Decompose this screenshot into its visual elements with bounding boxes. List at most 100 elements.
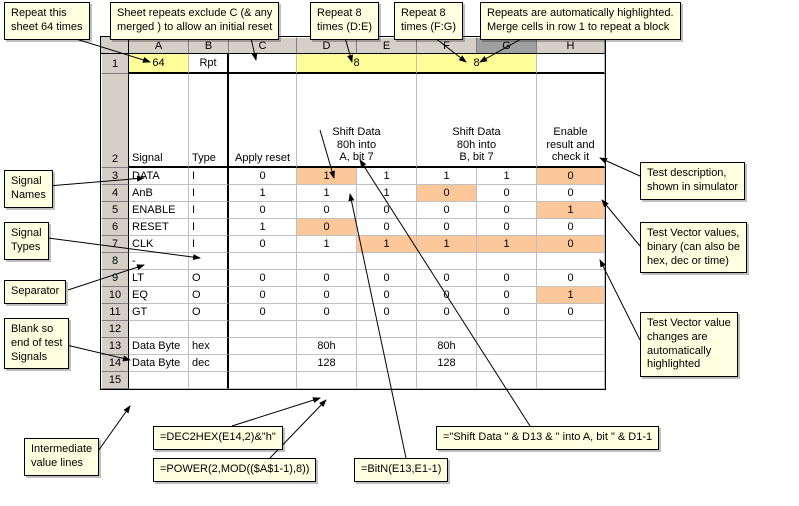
cell-D14[interactable]: 128: [297, 355, 357, 372]
cell-H5[interactable]: 1: [537, 202, 605, 219]
col-header-G[interactable]: G: [477, 37, 537, 54]
row-header-9[interactable]: 9: [101, 270, 129, 287]
row-header-8[interactable]: 8: [101, 253, 129, 270]
cell-C1[interactable]: [229, 54, 297, 74]
row-header-13[interactable]: 13: [101, 338, 129, 355]
cell-A6[interactable]: RESET: [129, 219, 189, 236]
cell-C7[interactable]: 0: [229, 236, 297, 253]
cell-H7[interactable]: 0: [537, 236, 605, 253]
cell-D9[interactable]: 0: [297, 270, 357, 287]
cell-H13[interactable]: [537, 338, 605, 355]
cell-F11[interactable]: 0: [417, 304, 477, 321]
cell-C2[interactable]: Apply reset: [229, 74, 297, 168]
cell-A1[interactable]: 64: [129, 54, 189, 74]
row-header-12[interactable]: 12: [101, 321, 129, 338]
cell-G11[interactable]: 0: [477, 304, 537, 321]
cell-B7[interactable]: I: [189, 236, 229, 253]
cell-D15[interactable]: [297, 372, 357, 389]
cell-B8[interactable]: [189, 253, 229, 270]
cell-B15[interactable]: [189, 372, 229, 389]
cell-A10[interactable]: EQ: [129, 287, 189, 304]
col-header-E[interactable]: E: [357, 37, 417, 54]
cell-B5[interactable]: I: [189, 202, 229, 219]
cell-FG2-merged[interactable]: Shift Data 80h into B, bit 7: [417, 74, 537, 168]
cell-A15[interactable]: [129, 372, 189, 389]
row-header-15[interactable]: 15: [101, 372, 129, 389]
cell-H1[interactable]: [537, 54, 605, 74]
cell-B4[interactable]: I: [189, 185, 229, 202]
row-header-6[interactable]: 6: [101, 219, 129, 236]
cell-G7[interactable]: 1: [477, 236, 537, 253]
cell-C15[interactable]: [229, 372, 297, 389]
cell-C4[interactable]: 1: [229, 185, 297, 202]
cell-C11[interactable]: 0: [229, 304, 297, 321]
cell-C10[interactable]: 0: [229, 287, 297, 304]
row-header-10[interactable]: 10: [101, 287, 129, 304]
cell-DE2-merged[interactable]: Shift Data 80h into A, bit 7: [297, 74, 417, 168]
cell-A2[interactable]: Signal: [129, 74, 189, 168]
cell-A7[interactable]: CLK: [129, 236, 189, 253]
cell-H14[interactable]: [537, 355, 605, 372]
cell-F3[interactable]: 1: [417, 168, 477, 185]
cell-E3[interactable]: 1: [357, 168, 417, 185]
cell-F5[interactable]: 0: [417, 202, 477, 219]
cell-B1[interactable]: Rpt: [189, 54, 229, 74]
cell-E6[interactable]: 0: [357, 219, 417, 236]
row-header-14[interactable]: 14: [101, 355, 129, 372]
cell-H10[interactable]: 1: [537, 287, 605, 304]
cell-H8[interactable]: [537, 253, 605, 270]
cell-C9[interactable]: 0: [229, 270, 297, 287]
cell-C8[interactable]: [229, 253, 297, 270]
cell-H12[interactable]: [537, 321, 605, 338]
cell-E12[interactable]: [357, 321, 417, 338]
cell-F15[interactable]: [417, 372, 477, 389]
cell-C6[interactable]: 1: [229, 219, 297, 236]
cell-B6[interactable]: I: [189, 219, 229, 236]
cell-H9[interactable]: 0: [537, 270, 605, 287]
cell-G13[interactable]: [477, 338, 537, 355]
cell-D6[interactable]: 0: [297, 219, 357, 236]
row-header-3[interactable]: 3: [101, 168, 129, 185]
cell-A9[interactable]: LT: [129, 270, 189, 287]
cell-A14[interactable]: Data Byte: [129, 355, 189, 372]
cell-A4[interactable]: AnB: [129, 185, 189, 202]
cell-E10[interactable]: 0: [357, 287, 417, 304]
cell-E11[interactable]: 0: [357, 304, 417, 321]
row-header-11[interactable]: 11: [101, 304, 129, 321]
cell-G5[interactable]: 0: [477, 202, 537, 219]
cell-F8[interactable]: [417, 253, 477, 270]
cell-H15[interactable]: [537, 372, 605, 389]
cell-F9[interactable]: 0: [417, 270, 477, 287]
cell-H2[interactable]: Enable result and check it: [537, 74, 605, 168]
cell-B9[interactable]: O: [189, 270, 229, 287]
cell-G3[interactable]: 1: [477, 168, 537, 185]
cell-E7[interactable]: 1: [357, 236, 417, 253]
row-header-1[interactable]: 1: [101, 54, 129, 74]
row-header-7[interactable]: 7: [101, 236, 129, 253]
cell-G6[interactable]: 0: [477, 219, 537, 236]
cell-B2[interactable]: Type: [189, 74, 229, 168]
cell-H11[interactable]: 0: [537, 304, 605, 321]
cell-B3[interactable]: I: [189, 168, 229, 185]
cell-A8[interactable]: -: [129, 253, 189, 270]
cell-E8[interactable]: [357, 253, 417, 270]
cell-G8[interactable]: [477, 253, 537, 270]
cell-E5[interactable]: 0: [357, 202, 417, 219]
cell-D13[interactable]: 80h: [297, 338, 357, 355]
cell-G12[interactable]: [477, 321, 537, 338]
cell-D11[interactable]: 0: [297, 304, 357, 321]
cell-F4[interactable]: 0: [417, 185, 477, 202]
cell-G15[interactable]: [477, 372, 537, 389]
cell-G9[interactable]: 0: [477, 270, 537, 287]
cell-FG1-merged[interactable]: 8: [417, 54, 537, 74]
cell-A12[interactable]: [129, 321, 189, 338]
cell-A11[interactable]: GT: [129, 304, 189, 321]
cell-C12[interactable]: [229, 321, 297, 338]
cell-D4[interactable]: 1: [297, 185, 357, 202]
cell-D7[interactable]: 1: [297, 236, 357, 253]
cell-C14[interactable]: [229, 355, 297, 372]
cell-E14[interactable]: [357, 355, 417, 372]
cell-C3[interactable]: 0: [229, 168, 297, 185]
cell-G4[interactable]: 0: [477, 185, 537, 202]
cell-B10[interactable]: O: [189, 287, 229, 304]
